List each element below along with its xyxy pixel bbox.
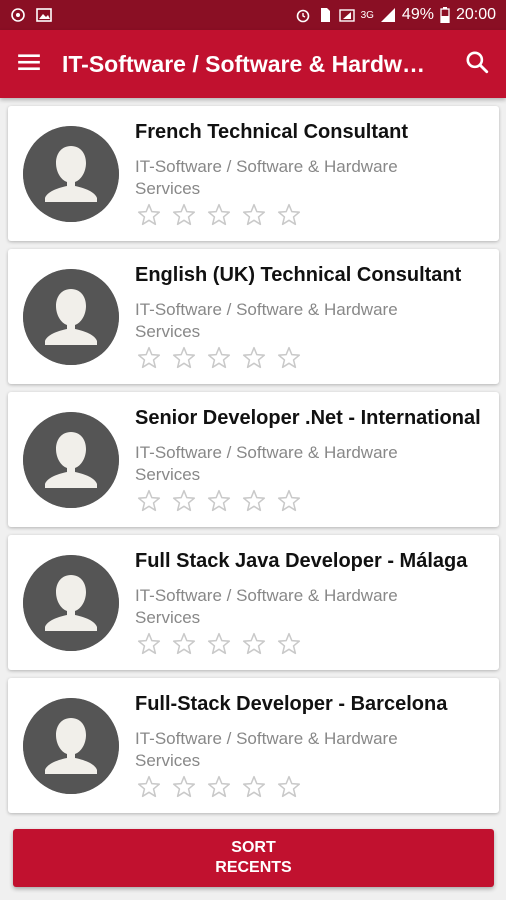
alarm-icon: [295, 7, 311, 23]
rating-stars: [136, 774, 302, 800]
sort-mode-label: RECENTS: [215, 859, 292, 876]
star-outline-icon[interactable]: [136, 345, 162, 371]
avatar: [23, 555, 119, 651]
signal-hd-icon: [338, 7, 355, 23]
sort-label: SORT: [231, 839, 276, 856]
status-bar: 3G 49% 20:00: [0, 0, 506, 30]
job-title: French Technical Consultant: [135, 121, 408, 143]
page-title: IT-Software / Software & Hardware Servic…: [62, 50, 434, 77]
star-outline-icon[interactable]: [136, 774, 162, 800]
avatar: [23, 126, 119, 222]
app-bar: IT-Software / Software & Hardware Servic…: [0, 30, 506, 98]
rating-stars: [136, 345, 302, 371]
network-type: 3G: [360, 9, 374, 21]
star-outline-icon[interactable]: [171, 774, 197, 800]
job-category: IT-Software / Software & Hardware Servic…: [135, 300, 398, 341]
star-outline-icon[interactable]: [241, 202, 267, 228]
star-outline-icon[interactable]: [206, 774, 232, 800]
sort-button[interactable]: SORT RECENTS: [13, 829, 494, 887]
rating-stars: [136, 488, 302, 514]
job-card[interactable]: Full-Stack Developer - Barcelona IT-Soft…: [8, 678, 499, 813]
person-placeholder-icon: [23, 269, 119, 365]
person-placeholder-icon: [23, 412, 119, 508]
star-outline-icon[interactable]: [241, 488, 267, 514]
job-category: IT-Software / Software & Hardware Servic…: [135, 586, 398, 627]
star-outline-icon[interactable]: [171, 631, 197, 657]
image-notification-icon: [36, 7, 52, 23]
star-outline-icon[interactable]: [276, 202, 302, 228]
avatar: [23, 412, 119, 508]
job-category: IT-Software / Software & Hardware Servic…: [135, 729, 398, 770]
person-placeholder-icon: [23, 126, 119, 222]
star-outline-icon[interactable]: [171, 345, 197, 371]
clock: 20:00: [455, 6, 496, 23]
job-title: Full Stack Java Developer - Málaga: [135, 550, 468, 572]
job-title: Full-Stack Developer - Barcelona: [135, 693, 448, 715]
star-outline-icon[interactable]: [276, 345, 302, 371]
job-category: IT-Software / Software & Hardware Servic…: [135, 443, 398, 484]
star-outline-icon[interactable]: [241, 774, 267, 800]
search-button[interactable]: [448, 30, 506, 98]
hamburger-menu-icon: [16, 49, 42, 80]
star-outline-icon[interactable]: [136, 488, 162, 514]
star-outline-icon[interactable]: [171, 488, 197, 514]
rating-stars: [136, 202, 302, 228]
star-outline-icon[interactable]: [276, 774, 302, 800]
signal-strength-icon: [380, 7, 396, 23]
star-outline-icon[interactable]: [136, 202, 162, 228]
search-icon: [464, 49, 490, 80]
star-outline-icon[interactable]: [206, 202, 232, 228]
menu-button[interactable]: [0, 30, 58, 98]
star-outline-icon[interactable]: [276, 488, 302, 514]
job-card[interactable]: Senior Developer .Net - International IT…: [8, 392, 499, 527]
sim-icon: [317, 7, 333, 23]
person-placeholder-icon: [23, 698, 119, 794]
star-outline-icon[interactable]: [206, 631, 232, 657]
person-placeholder-icon: [23, 555, 119, 651]
star-outline-icon[interactable]: [171, 202, 197, 228]
star-outline-icon[interactable]: [241, 631, 267, 657]
job-card[interactable]: Full Stack Java Developer - Málaga IT-So…: [8, 535, 499, 670]
rating-stars: [136, 631, 302, 657]
star-outline-icon[interactable]: [276, 631, 302, 657]
star-outline-icon[interactable]: [206, 345, 232, 371]
job-title: Senior Developer .Net - International: [135, 407, 481, 429]
job-card[interactable]: French Technical Consultant IT-Software …: [8, 106, 499, 241]
app-notification-icon: [10, 7, 26, 23]
battery-icon: [440, 7, 450, 24]
star-outline-icon[interactable]: [206, 488, 232, 514]
job-title: English (UK) Technical Consultant: [135, 264, 462, 286]
star-outline-icon[interactable]: [241, 345, 267, 371]
job-category: IT-Software / Software & Hardware Servic…: [135, 157, 398, 198]
battery-percent: 49%: [401, 6, 434, 23]
star-outline-icon[interactable]: [136, 631, 162, 657]
avatar: [23, 698, 119, 794]
job-card[interactable]: English (UK) Technical Consultant IT-Sof…: [8, 249, 499, 384]
avatar: [23, 269, 119, 365]
